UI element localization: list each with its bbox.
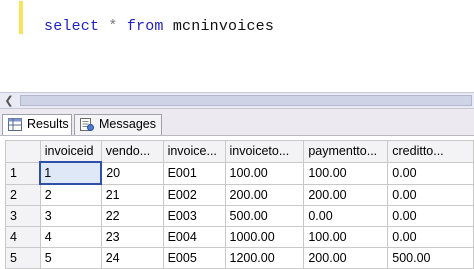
table-cell[interactable]: 1000.00: [224, 226, 305, 248]
table-cell[interactable]: 500.00: [224, 205, 305, 227]
tab-results[interactable]: Results: [2, 114, 72, 135]
tab-messages[interactable]: Messages: [74, 114, 162, 135]
table-cell[interactable]: 20: [100, 161, 164, 185]
table-cell[interactable]: E005: [162, 247, 226, 269]
column-header[interactable]: invoice...: [162, 140, 226, 163]
table-cell[interactable]: 1: [39, 161, 103, 185]
query-text[interactable]: select * from mcninvoices: [44, 18, 274, 35]
results-table: invoiceid vendo... invoice... invoiceto.…: [5, 140, 474, 269]
table-cell[interactable]: 3: [39, 205, 102, 227]
table-cell[interactable]: E001: [162, 161, 226, 185]
horizontal-scrollbar[interactable]: ❮: [0, 92, 474, 109]
column-header[interactable]: invoiceid: [39, 140, 102, 163]
scrollbar-thumb[interactable]: [20, 95, 472, 106]
column-header[interactable]: invoiceto...: [224, 140, 305, 163]
table-cell[interactable]: 2: [39, 183, 102, 206]
table-cell[interactable]: 24: [100, 247, 164, 269]
table-cell[interactable]: 0.00: [387, 183, 474, 206]
column-header[interactable]: paymentto...: [303, 140, 389, 163]
row-number[interactable]: 4: [5, 226, 41, 248]
column-header[interactable]: vendo...: [100, 140, 164, 163]
table-row: 4 4 23 E004 1000.00 100.00 0.00: [5, 226, 474, 248]
scroll-left-icon[interactable]: ❮: [2, 94, 16, 108]
editor-gutter: [0, 0, 23, 92]
table-row: 1 1 20 E001 100.00 100.00 0.00: [5, 161, 474, 185]
table-cell[interactable]: 500.00: [387, 247, 474, 269]
operator-star: *: [108, 18, 118, 35]
table-cell[interactable]: 5: [39, 247, 102, 269]
row-number[interactable]: 1: [5, 161, 41, 185]
table-cell[interactable]: 21: [100, 183, 164, 206]
column-header[interactable]: creditto...: [387, 140, 474, 163]
table-cell[interactable]: E003: [162, 205, 226, 227]
table-name: mcninvoices: [172, 18, 275, 35]
row-number[interactable]: 3: [5, 205, 41, 227]
table-cell[interactable]: 0.00: [303, 205, 389, 227]
tab-messages-label: Messages: [99, 117, 156, 131]
table-cell[interactable]: 200.00: [303, 183, 389, 206]
keyword-from: from: [126, 18, 164, 35]
table-row: 3 3 22 E003 500.00 0.00 0.00: [5, 205, 474, 227]
keyword-select: select: [44, 18, 100, 35]
messages-icon: [80, 118, 94, 131]
row-number[interactable]: 5: [5, 247, 41, 269]
table-cell[interactable]: 23: [100, 226, 164, 248]
table-cell[interactable]: 100.00: [303, 161, 389, 185]
table-cell[interactable]: 0.00: [387, 161, 474, 185]
results-tab-strip: Results Messages: [0, 109, 474, 136]
table-cell[interactable]: 200.00: [303, 247, 389, 269]
query-editor[interactable]: select * from mcninvoices: [0, 0, 474, 92]
table-cell[interactable]: E004: [162, 226, 226, 248]
table-cell[interactable]: 0.00: [387, 226, 474, 248]
grid-corner: [5, 140, 41, 163]
grid-icon: [8, 118, 22, 131]
table-row: 2 2 21 E002 200.00 200.00 0.00: [5, 183, 474, 206]
table-cell[interactable]: 100.00: [303, 226, 389, 248]
table-cell[interactable]: 4: [39, 226, 102, 248]
tab-results-label: Results: [27, 117, 69, 131]
table-cell[interactable]: 0.00: [387, 205, 474, 227]
results-grid: invoiceid vendo... invoice... invoiceto.…: [0, 136, 474, 269]
table-row: 5 5 24 E005 1200.00 200.00 500.00: [5, 247, 474, 269]
table-cell[interactable]: 200.00: [224, 183, 305, 206]
row-number[interactable]: 2: [5, 183, 41, 206]
header-row: invoiceid vendo... invoice... invoiceto.…: [5, 140, 474, 163]
table-cell[interactable]: 22: [100, 205, 164, 227]
table-cell[interactable]: E002: [162, 183, 226, 206]
change-marker: [19, 1, 23, 34]
table-cell[interactable]: 1200.00: [224, 247, 305, 269]
table-cell[interactable]: 100.00: [224, 161, 305, 185]
